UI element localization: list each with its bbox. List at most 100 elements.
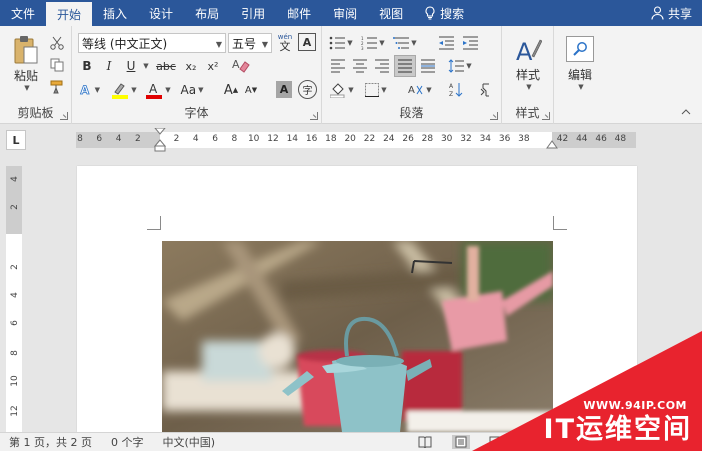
crop-mark-top-right [553,216,567,230]
tab-view[interactable]: 视图 [368,0,414,26]
ruler-number: 44 [576,134,588,144]
highlight-color-button[interactable]: ▼ [110,80,138,100]
chevron-down-icon: ▼ [94,86,100,94]
shading-button[interactable]: ▼ [328,80,356,100]
numbering-button[interactable]: 123 ▼ [360,33,386,53]
tab-home[interactable]: 开始 [46,2,93,26]
change-case-button[interactable]: Aa ▼ [178,80,206,100]
tab-file[interactable]: 文件 [0,0,46,26]
paragraph-dialog-launcher[interactable] [490,112,498,120]
ruler-number: 20 [344,134,356,144]
search-label: 搜索 [440,6,465,21]
tab-layout[interactable]: 布局 [184,0,230,26]
ruler-number: 28 [421,134,434,144]
align-right-button[interactable] [372,56,392,76]
chevron-down-icon: ▼ [578,82,584,91]
chevron-down-icon: ▼ [165,86,171,94]
paragraph-group: ▼ 123 ▼ ▼ ▼ ▼ ▼ A ▼ A Z 段落 [322,26,502,124]
tab-insert[interactable]: 插入 [92,0,138,26]
bullet-list-icon [329,36,346,50]
magnifier-icon [573,41,587,56]
tab-references[interactable]: 引用 [230,0,276,26]
font-dialog-launcher[interactable] [310,112,318,120]
paste-label: 粘贴 [13,68,38,83]
page-count-status[interactable]: 第 1 页，共 2 页 [9,434,92,450]
shrink-font-button[interactable]: A ▼ [242,80,260,100]
ribbon-tab-bar: 文件 开始 插入 设计 布局 引用 邮件 审阅 视图 搜索 共享 [0,0,702,26]
ruler-number: 2 [173,134,180,144]
tab-mailings[interactable]: 邮件 [276,0,322,26]
show-marks-button[interactable] [476,80,496,100]
styles-gallery-button[interactable]: A 样式 ▼ [508,32,548,94]
align-left-button[interactable] [328,56,348,76]
tab-stop-selector[interactable]: L [6,130,26,150]
grow-font-button[interactable]: A ▲ [222,80,240,100]
borders-icon [365,83,380,97]
bold-button[interactable]: B [78,57,96,75]
word-count-status[interactable]: 0 个字 [111,434,144,450]
crop-mark-top-left [147,216,161,230]
font-color-icon: A [146,82,163,99]
paste-button[interactable]: 粘贴 ▼ [10,34,42,92]
ruler-number: 24 [383,134,395,144]
print-layout-button[interactable] [452,435,470,449]
ruler-number: 4 [10,176,20,182]
increase-indent-button[interactable] [460,33,480,53]
align-center-button[interactable] [350,56,370,76]
font-color-button[interactable]: A ▼ [144,80,172,100]
italic-button[interactable]: I [100,57,118,75]
clipboard-dialog-launcher[interactable] [60,112,68,120]
numbered-list-icon: 123 [361,36,378,50]
format-painter-button[interactable] [48,78,66,96]
enclose-characters-button[interactable]: 字 [298,80,317,99]
collapse-ribbon-button[interactable] [680,107,692,117]
ruler-number: 2 [135,134,141,144]
chevron-down-icon: ▼ [198,86,204,94]
sort-button[interactable]: AZ [446,80,466,100]
ruler-row: L 8 6 4 2 2 4 6 8 10 12 14 16 18 20 22 24 26 28 30 32 34 36 38… [0,124,702,156]
chevron-down-icon: ▼ [347,39,353,47]
ruler-number: 4 [192,134,199,144]
styles-group: A 样式 ▼ 样式 [502,26,554,124]
read-mode-button[interactable] [416,435,434,449]
ruler-number: 12 [267,134,279,144]
share-button[interactable]: 共享 [651,0,702,26]
font-size-combo[interactable]: 五号 ▼ [228,33,272,53]
justify-button[interactable] [394,55,416,77]
character-shading-button[interactable]: A [276,81,292,98]
bullets-button[interactable]: ▼ [328,33,354,53]
superscript-button[interactable]: x² [204,57,222,75]
phonetic-guide-button[interactable]: wén 文 [276,31,294,53]
strikethrough-button[interactable]: abc [154,57,178,75]
multilevel-list-button[interactable]: ▼ [392,33,418,53]
ruler-number: 10 [10,375,20,387]
vertical-ruler[interactable]: 4 2 2 4 6 8 10 12 [6,166,22,432]
chinese-layout-button[interactable]: A ▼ [406,80,434,100]
copy-button[interactable] [48,56,66,74]
clipboard-group: 粘贴 ▼ 剪贴板 [0,26,72,124]
distributed-button[interactable] [418,56,438,76]
horizontal-ruler[interactable]: 8 6 4 2 2 4 6 8 10 12 14 16 18 20 22 24 26 28 30 32 34 36 38 42… [76,128,636,152]
cut-button[interactable] [48,34,66,52]
line-spacing-button[interactable]: ▼ [446,56,474,76]
tell-me-search[interactable]: 搜索 [414,0,474,26]
lightbulb-icon [425,6,435,20]
indent-markers-icon[interactable] [154,128,166,152]
editing-button[interactable]: 编辑 ▼ [560,32,600,94]
styles-dialog-launcher[interactable] [542,112,550,120]
eraser-icon: A [232,58,250,73]
tab-review[interactable]: 审阅 [322,0,368,26]
clear-formatting-button[interactable]: A [230,55,252,75]
language-status[interactable]: 中文(中国) [162,434,215,450]
tab-design[interactable]: 设计 [138,0,184,26]
underline-button[interactable]: U [122,57,140,75]
decrease-indent-button[interactable] [436,33,456,53]
font-name-combo[interactable]: 等线 (中文正文) ▼ [78,33,226,53]
subscript-button[interactable]: x₂ [182,57,200,75]
borders-button[interactable]: ▼ [362,80,390,100]
ruler-number: 22 [363,134,376,144]
text-effects-button[interactable]: A ▼ [78,80,100,100]
distributed-icon [421,59,435,73]
underline-dropdown[interactable]: ▼ [140,57,150,75]
char-border-button[interactable]: A [298,33,316,51]
